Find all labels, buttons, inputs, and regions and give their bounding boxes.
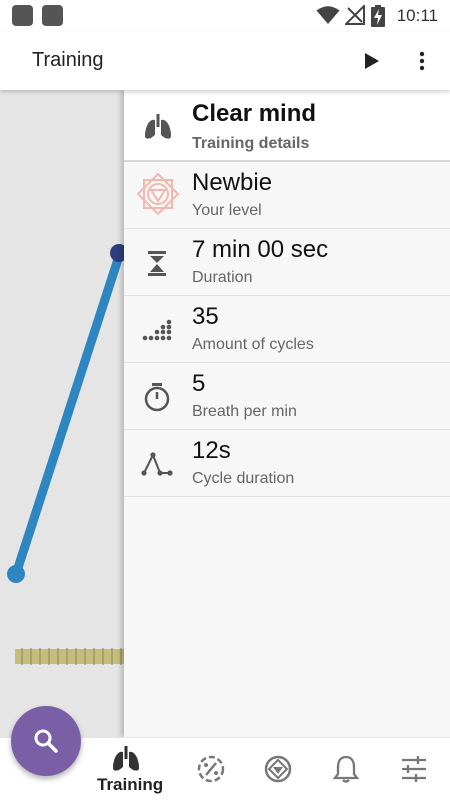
duration-value: 7 min 00 sec (192, 236, 329, 263)
app-bar: Training (0, 32, 450, 90)
play-icon[interactable] (360, 49, 384, 73)
stopwatch-icon (144, 383, 170, 412)
details-header: Clear mind Training details (124, 90, 450, 162)
level-label: Your level (192, 202, 262, 219)
dots-cycles-icon (142, 319, 172, 341)
breathing-chart-svg (7, 244, 124, 665)
lungs-icon (113, 746, 139, 771)
duration-label: Duration (192, 269, 253, 286)
detail-row-breath-rate: 5 Breath per min (124, 363, 450, 430)
notification-icon (42, 5, 63, 26)
no-signal-icon (345, 5, 365, 25)
cycles-label: Amount of cycles (192, 336, 314, 353)
level-mandala-icon (136, 172, 180, 216)
notification-icon (12, 5, 33, 26)
hourglass-icon (148, 251, 166, 276)
breath-line (11, 248, 124, 579)
status-bar: 10:11 (0, 0, 450, 32)
battery-charging-icon (371, 5, 385, 27)
detail-row-cycle-duration: 12s Cycle duration (124, 430, 450, 497)
training-subtitle: Training details (192, 135, 310, 152)
search-fab[interactable] (11, 706, 81, 776)
lungs-icon (145, 114, 171, 139)
page-title: Training (32, 49, 104, 71)
cycles-value: 35 (192, 303, 219, 330)
breath-point-end (110, 244, 124, 262)
cycle-duration-label: Cycle duration (192, 470, 295, 487)
more-vert-icon[interactable] (410, 49, 434, 73)
training-title: Clear mind (192, 100, 317, 127)
training-details-panel: Clear mind Training details Newbie Your … (124, 90, 450, 737)
detail-row-level: Newbie Your level (124, 162, 450, 229)
compass-icon[interactable] (263, 754, 293, 784)
detail-row-duration: 7 min 00 sec Duration (124, 229, 450, 296)
cycle-graph-icon (141, 452, 173, 476)
breath-rate-label: Breath per min (192, 403, 297, 420)
wifi-icon (316, 6, 340, 24)
breath-point-start (7, 565, 25, 583)
cycle-duration-value: 12s (192, 437, 231, 464)
nav-label-training: Training (97, 775, 164, 794)
search-icon (34, 729, 58, 753)
bell-icon[interactable] (332, 754, 360, 784)
level-value: Newbie (192, 169, 273, 196)
detail-row-cycles: 35 Amount of cycles (124, 296, 450, 363)
breath-rate-value: 5 (192, 370, 206, 397)
clock-time: 10:11 (396, 6, 438, 25)
percent-badge-icon[interactable] (196, 754, 226, 784)
breathing-chart (0, 90, 124, 737)
sliders-icon[interactable] (399, 754, 429, 784)
